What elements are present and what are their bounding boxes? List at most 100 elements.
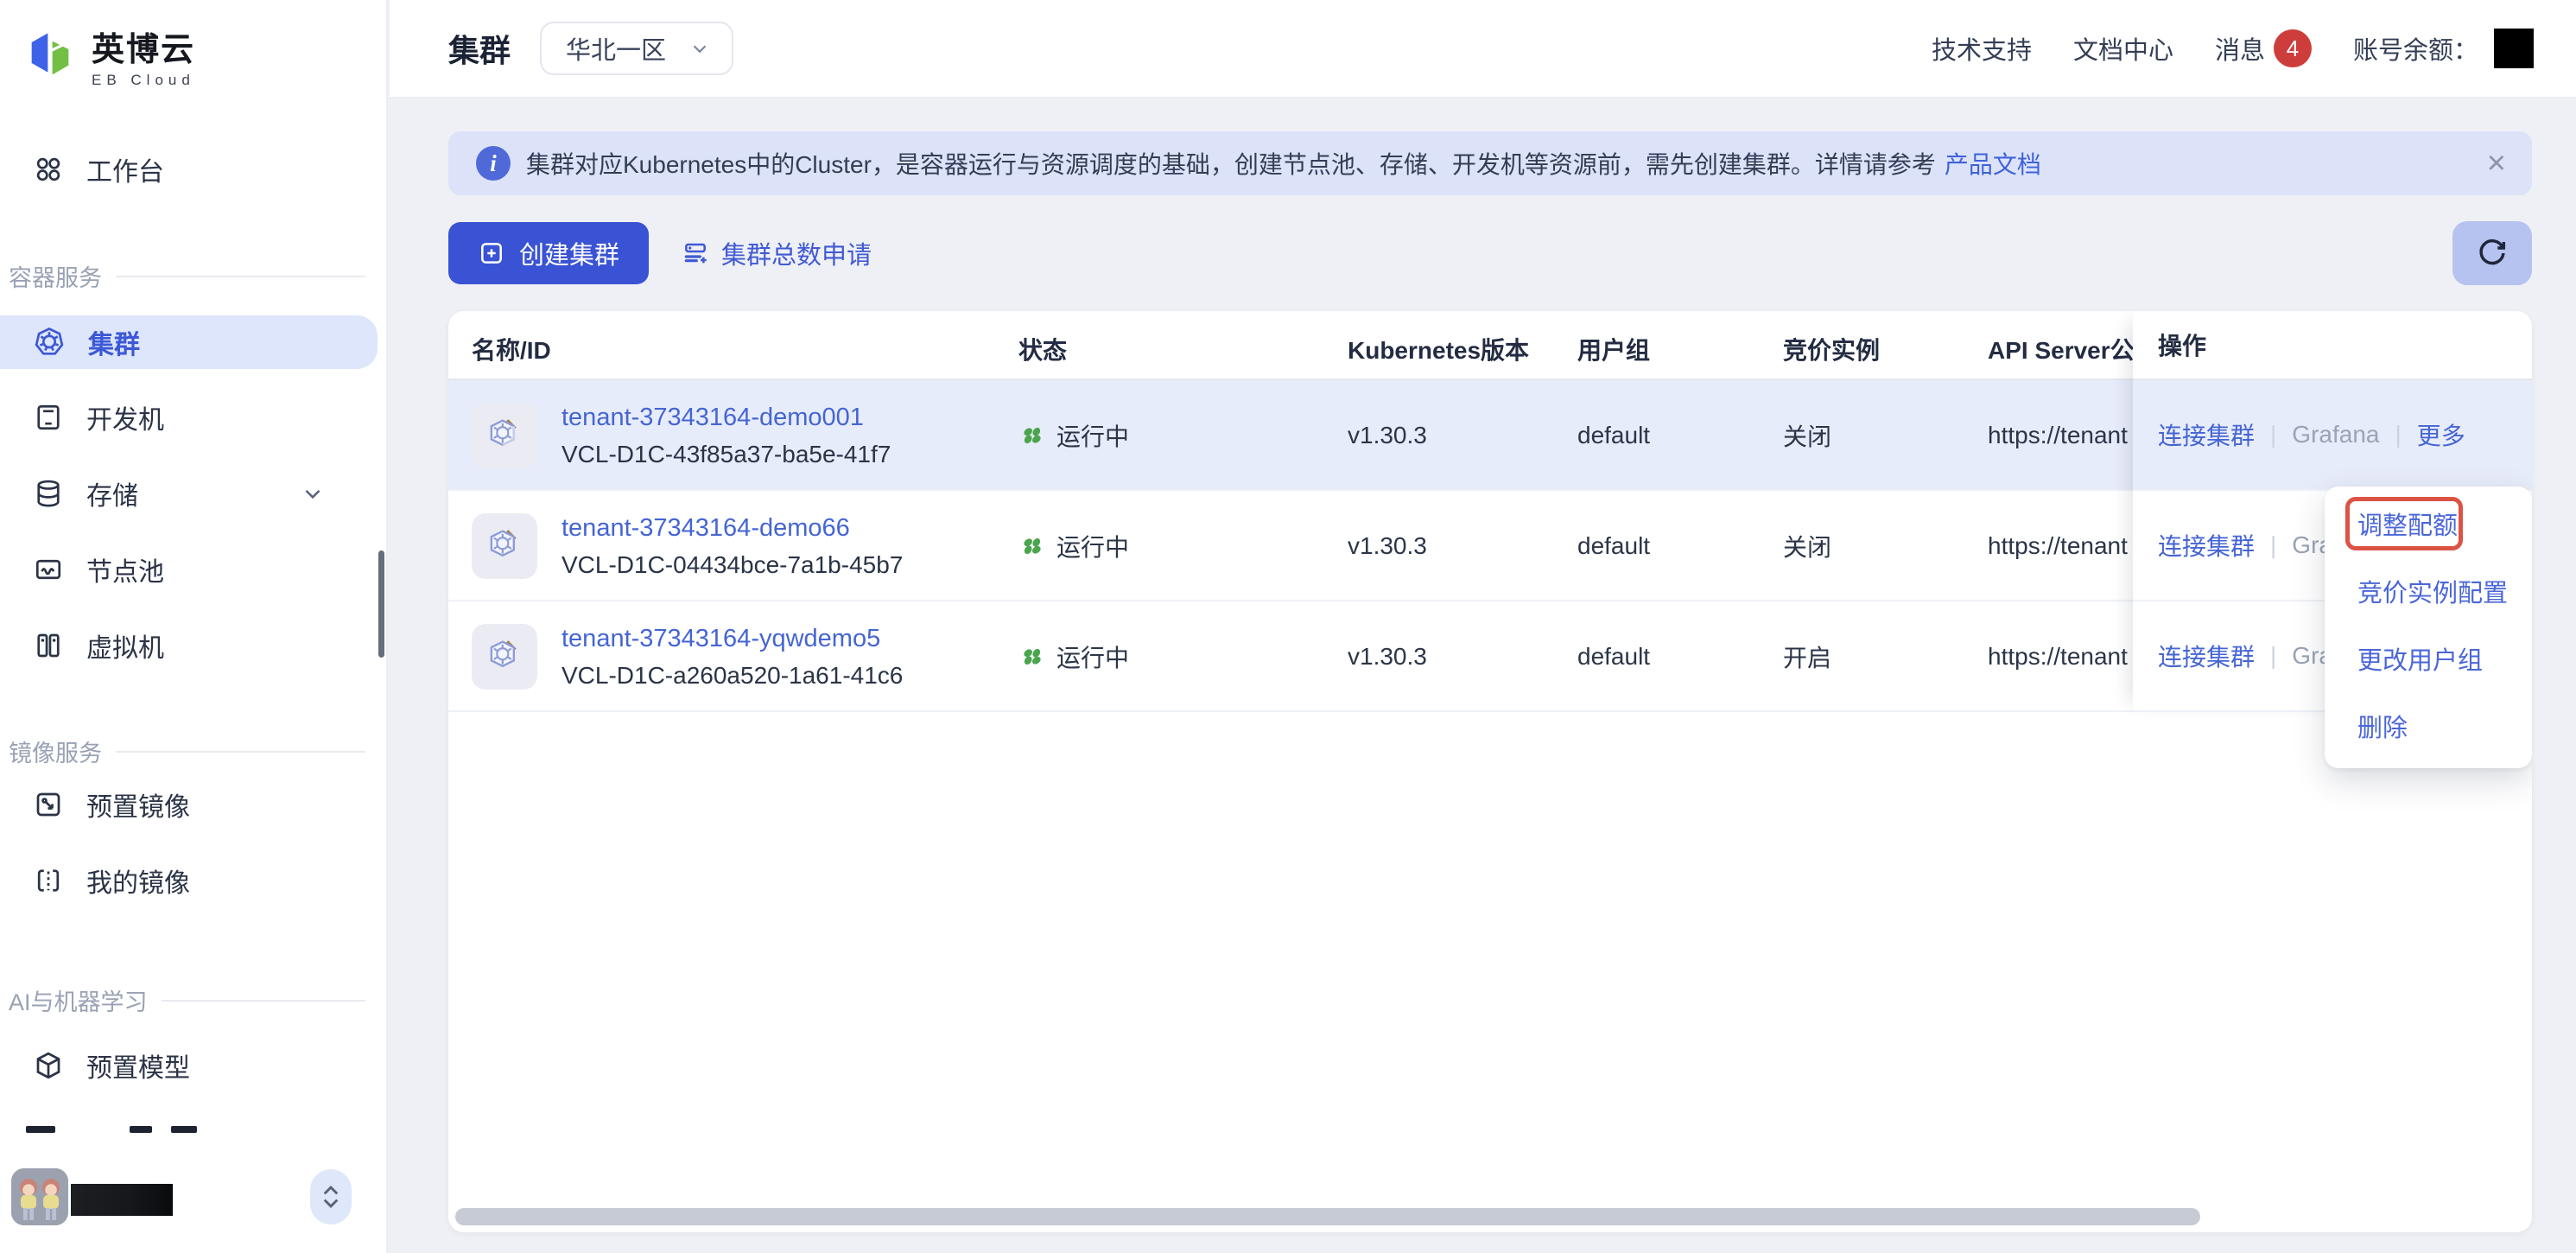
vm-icon (33, 630, 64, 661)
cluster-name-link[interactable]: tenant-37343164-demo001 (562, 404, 891, 432)
model-cube-icon (33, 1050, 64, 1081)
vm-label: 虚拟机 (86, 626, 164, 665)
create-cluster-button[interactable]: 创建集群 (448, 222, 649, 284)
refresh-icon (2474, 235, 2510, 271)
nodepool-label: 节点池 (86, 550, 164, 588)
spot-state: 开启 (1783, 601, 1831, 712)
brand-logo: 英博云 EB Cloud (0, 0, 386, 89)
info-icon: i (476, 146, 511, 181)
status-running-icon (1018, 532, 1046, 560)
account-balance: 账号余额： (2353, 29, 2534, 68)
spot-state: 关闭 (1783, 380, 1831, 491)
my-image-icon (33, 865, 64, 896)
sidebar-item-workbench[interactable]: 工作台 (0, 143, 378, 196)
region-select[interactable]: 华北一区 (540, 22, 733, 75)
support-link[interactable]: 技术支持 (1932, 30, 2032, 67)
cluster-label: 集群 (88, 323, 140, 361)
user-group: default (1577, 601, 1650, 712)
cluster-quota-request-link[interactable]: 集群总数申请 (682, 235, 872, 271)
sidebar-item-my-images[interactable]: 我的镜像 (0, 854, 378, 907)
connect-cluster-link[interactable]: 连接集群 (2158, 639, 2255, 673)
banner-text: 集群对应Kubernetes中的Cluster，是容器运行与资源调度的基础，创建… (526, 146, 1936, 181)
sidebar-item-preset-images[interactable]: 预置镜像 (0, 778, 378, 831)
brand-name: 英博云 (92, 22, 195, 70)
col-status: 状态 (1018, 332, 1067, 366)
more-actions-menu: 调整配额 竞价实例配置 更改用户组 删除 (2325, 487, 2532, 768)
sidebar-section-ai: AI与机器学习 (9, 983, 378, 1017)
connect-cluster-link[interactable]: 连接集群 (2158, 528, 2255, 563)
user-group: default (1577, 491, 1650, 601)
avatar-image (11, 1168, 68, 1225)
sidebar-section-image: 镜像服务 (9, 735, 378, 768)
preset-image-icon (33, 789, 64, 820)
sidebar-item-cluster[interactable]: 集群 (0, 315, 378, 369)
storage-label: 存储 (86, 474, 138, 512)
cluster-icon (472, 624, 537, 690)
workbench-label: 工作台 (86, 150, 164, 188)
region-value: 华北一区 (566, 30, 666, 67)
cluster-id: VCL-D1C-a260a520-1a61-41c6 (562, 662, 903, 690)
col-actions: 操作 (2133, 311, 2532, 380)
preset-models-label: 预置模型 (86, 1046, 190, 1084)
nodepool-icon (33, 554, 64, 585)
more-link[interactable]: 更多 (2417, 417, 2465, 452)
cluster-id: VCL-D1C-43f85a37-ba5e-41f7 (562, 441, 891, 468)
refresh-button[interactable] (2452, 221, 2532, 285)
sidebar-item-preset-models[interactable]: 预置模型 (0, 1039, 378, 1092)
docs-link[interactable]: 文档中心 (2073, 30, 2173, 67)
menu-item-delete[interactable]: 删除 (2325, 692, 2532, 760)
top-header: 集群 华北一区 技术支持 文档中心 消息 4 账号余额： (390, 0, 2576, 99)
sidebar: 英博云 EB Cloud 工作台 容器服务 集群 开发机 存储 (0, 0, 388, 1253)
k8s-version: v1.30.3 (1348, 601, 1427, 712)
sidebar-item-nodepool[interactable]: 节点池 (0, 543, 378, 596)
menu-item-adjust-quota[interactable]: 调整配额 (2325, 490, 2532, 557)
banner-close-icon[interactable]: × (2487, 147, 2506, 180)
brand-subtitle: EB Cloud (92, 72, 195, 89)
avatar[interactable] (11, 1168, 68, 1225)
cluster-id: VCL-D1C-04434bce-7a1b-45b7 (562, 551, 903, 579)
cluster-icon (472, 513, 537, 579)
page-title: 集群 (448, 26, 511, 71)
cluster-icon (472, 403, 537, 468)
username-redacted (71, 1184, 173, 1216)
status-running-icon (1018, 643, 1046, 671)
main-content: i 集群对应Kubernetes中的Cluster，是容器运行与资源调度的基础，… (390, 100, 2576, 1253)
menu-item-spot-config[interactable]: 竞价实例配置 (2325, 557, 2532, 625)
product-docs-link[interactable]: 产品文档 (1945, 146, 2041, 181)
sidebar-item-devmachine[interactable]: 开发机 (0, 391, 378, 444)
updown-chevrons-icon (318, 1182, 344, 1212)
col-name: 名称/ID (472, 332, 551, 366)
server-plus-icon (682, 239, 709, 267)
chevron-down-icon (688, 37, 711, 60)
cluster-table-card: 名称/ID 状态 Kubernetes版本 用户组 竞价实例 API Serve… (448, 311, 2532, 1232)
cluster-name-link[interactable]: tenant-37343164-demo66 (562, 514, 903, 543)
sidebar-section-container: 容器服务 (9, 259, 378, 293)
balance-redacted (2494, 29, 2534, 68)
sidebar-item-storage[interactable]: 存储 (0, 467, 378, 520)
toolbar: 创建集群 集群总数申请 (448, 221, 2532, 285)
user-bar (0, 1168, 388, 1229)
cluster-name-link[interactable]: tenant-37343164-yqwdemo5 (562, 625, 903, 653)
message-count-badge: 4 (2274, 29, 2312, 67)
kubernetes-icon (33, 326, 66, 359)
connect-cluster-link[interactable]: 连接集群 (2158, 417, 2255, 452)
storage-icon (33, 478, 64, 509)
status-text: 运行中 (1056, 639, 1129, 674)
menu-item-change-group[interactable]: 更改用户组 (2325, 625, 2532, 692)
sidebar-item-vm[interactable]: 虚拟机 (0, 619, 378, 672)
preset-images-label: 预置镜像 (86, 786, 190, 824)
account-switch-button[interactable] (310, 1169, 352, 1224)
col-api: API Server公网 (1988, 332, 2136, 366)
sidebar-scrollbar[interactable] (378, 550, 384, 658)
col-version: Kubernetes版本 (1348, 332, 1529, 366)
status-text: 运行中 (1056, 418, 1129, 453)
sidebar-item-clipped (26, 1126, 216, 1138)
spot-state: 关闭 (1783, 491, 1831, 601)
k8s-version: v1.30.3 (1348, 491, 1427, 601)
user-group: default (1577, 380, 1650, 491)
horizontal-scrollbar[interactable] (455, 1208, 2200, 1225)
chevron-down-icon[interactable] (300, 480, 326, 506)
status-running-icon (1018, 422, 1046, 449)
my-images-label: 我的镜像 (86, 862, 190, 900)
messages-link[interactable]: 消息 4 (2215, 29, 2312, 67)
